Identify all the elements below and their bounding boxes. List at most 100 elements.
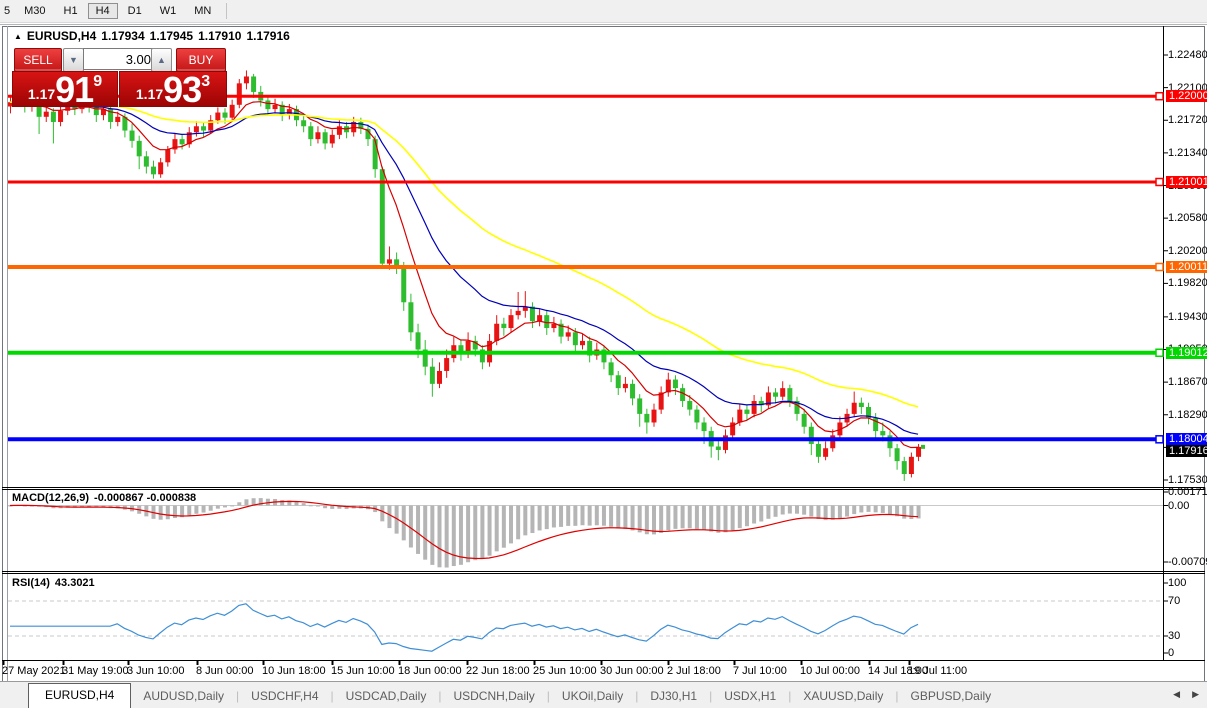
symbol-tab-GBPUSD,Daily[interactable]: GBPUSD,Daily <box>898 685 1003 708</box>
macd-bar <box>902 505 907 519</box>
candle-down <box>815 443 821 457</box>
candle-down <box>50 111 56 122</box>
symbol-tab-USDCAD,Daily[interactable]: USDCAD,Daily <box>334 685 439 708</box>
macd-bar <box>702 505 707 530</box>
symbol-tab-AUDUSD,Daily[interactable]: AUDUSD,Daily <box>131 685 236 708</box>
candle-up <box>565 332 571 337</box>
price-axis-label: 1.17530 <box>1168 474 1207 486</box>
candle-up <box>444 358 450 371</box>
candle-up <box>215 112 221 121</box>
ma-line-slow <box>9 101 919 408</box>
ohlc-low: 1.17910 <box>198 29 242 43</box>
candle-up <box>386 259 392 264</box>
price-axis-label: 1.22480 <box>1168 49 1207 61</box>
price-level-badge: 1.21001 <box>1166 175 1207 188</box>
candle-down <box>301 120 307 127</box>
candle-down <box>322 132 328 144</box>
symbol-tab-UKOil,Daily[interactable]: UKOil,Daily <box>550 685 635 708</box>
candle-down <box>143 156 149 167</box>
candle-up <box>58 110 64 122</box>
candle-down <box>672 379 678 389</box>
macd-bar <box>566 505 571 526</box>
candle-down <box>372 139 378 170</box>
macd-bar <box>244 499 249 506</box>
chart-title: ▲ EURUSD,H4 1.17934 1.17945 1.17910 1.17… <box>14 29 290 43</box>
candle-down <box>787 388 793 402</box>
candle-down <box>129 130 135 141</box>
price-level-badge: 1.19012 <box>1166 346 1207 359</box>
symbol-tab-XAUUSD,Daily[interactable]: XAUUSD,Daily <box>791 685 895 708</box>
macd-bar <box>280 500 285 506</box>
ohlc-open: 1.17934 <box>101 29 145 43</box>
candle-down <box>744 409 750 414</box>
macd-bar <box>637 505 642 533</box>
macd-bar <box>852 505 857 515</box>
time-axis-label: 18 Jun 00:00 <box>398 665 462 677</box>
macd-bar <box>773 505 778 517</box>
macd-bar <box>509 505 513 544</box>
tab-scroll-buttons: ◀ ▶ <box>1173 689 1199 700</box>
volume-input[interactable] <box>83 48 157 70</box>
candle-up <box>908 456 914 474</box>
symbol-tab-USDCNH,Daily[interactable]: USDCNH,Daily <box>441 685 546 708</box>
tab-scroll-left-icon[interactable]: ◀ <box>1173 689 1180 700</box>
rsi-label: RSI(14) 43.3021 <box>12 577 95 589</box>
price-axis-label: 1.18290 <box>1168 408 1207 421</box>
macd-bar <box>323 505 328 509</box>
macd-bar <box>830 505 835 520</box>
macd-bar <box>458 505 463 565</box>
macd-bar <box>594 505 599 526</box>
time-axis-label: 3 Jun 10:00 <box>127 665 185 677</box>
candle-up <box>580 340 585 346</box>
buy-price-panel[interactable]: 1.17 93 3 <box>119 71 227 108</box>
macd-bar <box>215 505 220 509</box>
time-axis-label: 22 Jun 18:00 <box>466 665 530 677</box>
macd-bar <box>494 505 499 552</box>
macd-bar <box>573 505 578 526</box>
chart-symbol: EURUSD,H4 <box>26 29 97 43</box>
sell-price-panel[interactable]: 1.17 91 9 <box>12 71 118 108</box>
tab-scroll-right-icon[interactable]: ▶ <box>1192 689 1199 700</box>
candle-down <box>529 306 535 322</box>
price-axis-label: 1.20580 <box>1168 212 1207 225</box>
macd-bar <box>187 505 192 516</box>
candle-up <box>515 310 521 316</box>
macd-bar <box>537 505 542 531</box>
symbol-tab-DJ30,H1[interactable]: DJ30,H1 <box>638 685 709 708</box>
macd-bar <box>523 505 528 536</box>
collapse-icon[interactable]: ▲ <box>14 32 22 41</box>
macd-bar <box>723 505 728 533</box>
symbol-tab-EURUSD,H4[interactable]: EURUSD,H4 <box>28 683 132 708</box>
candle-up <box>830 435 836 449</box>
macd-bar <box>816 505 821 520</box>
macd-bar <box>423 505 428 560</box>
macd-bar <box>780 505 785 515</box>
candle-down <box>644 413 650 423</box>
candle-down <box>894 448 900 462</box>
candle-down <box>637 398 643 414</box>
macd-name: MACD(12,26,9) <box>12 492 90 504</box>
price-axis-label: 1.21720 <box>1168 114 1207 127</box>
macd-bar <box>330 505 335 509</box>
rsi-axis-label: 70 <box>1168 595 1181 607</box>
symbol-tab-USDX,H1[interactable]: USDX,H1 <box>712 685 788 708</box>
buy-price-prefix: 1.17 <box>135 86 164 102</box>
candle-up <box>236 83 242 105</box>
candle-up <box>916 446 922 457</box>
macd-bar <box>516 505 521 540</box>
candle-down <box>901 461 907 474</box>
candle-up <box>243 76 249 84</box>
time-axis-label: 10 Jul 00:00 <box>800 665 860 677</box>
macd-bar <box>194 505 199 514</box>
rsi-line <box>10 603 919 652</box>
price-axis-label: 1.19820 <box>1168 277 1207 290</box>
candle-up <box>115 116 121 122</box>
ohlc-close: 1.17916 <box>246 29 290 43</box>
macd-bar <box>466 505 471 563</box>
price-axis-label: 1.18670 <box>1168 376 1207 389</box>
symbol-tab-USDCHF,H4[interactable]: USDCHF,H4 <box>239 685 330 708</box>
candle-up <box>622 383 628 389</box>
candle-up <box>537 315 543 322</box>
macd-bar <box>609 505 614 527</box>
macd-bar <box>473 505 478 561</box>
